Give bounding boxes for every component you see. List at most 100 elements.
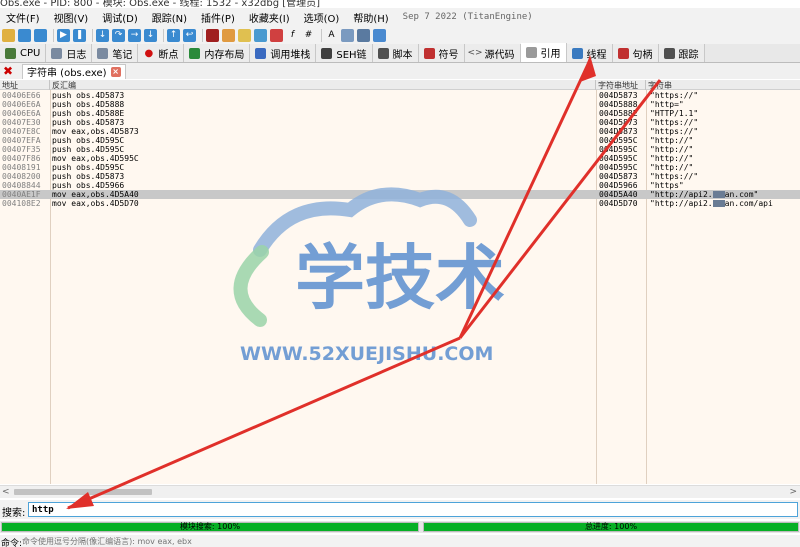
row-string: "https://" <box>650 172 699 181</box>
search-bar: 搜索: <box>0 500 800 519</box>
horizontal-scrollbar[interactable]: < > <box>0 485 800 498</box>
scylla-icon[interactable] <box>206 28 219 42</box>
search-input[interactable] <box>28 502 798 517</box>
row-string-address: 004D5873 <box>599 91 638 100</box>
table-row[interactable]: 00407E8C mov eax,obs.4D5873 004D5873 "ht… <box>0 127 800 136</box>
run-icon[interactable]: ▶ <box>57 28 70 42</box>
reference-sub-tab-bar: ✖ 字符串 (obs.exe) × <box>0 63 800 79</box>
row-disassembly: mov eax,obs.4D595C <box>52 154 139 163</box>
menu-trace[interactable]: 跟踪(N) <box>152 10 187 25</box>
row-string-part: an.com" <box>724 190 759 199</box>
function-icon[interactable]: f <box>286 29 299 42</box>
menu-plugins[interactable]: 插件(P) <box>201 10 235 25</box>
scroll-left-icon[interactable]: < <box>2 487 10 497</box>
step-over-icon[interactable]: ↷ <box>112 28 125 42</box>
scrollbar-thumb[interactable] <box>14 489 152 495</box>
execute-till-return-icon[interactable]: ↑ <box>167 28 180 42</box>
tab-call-stack[interactable]: 调用堆栈 <box>250 44 317 62</box>
row-string: "http=" <box>650 100 684 109</box>
row-string: "http://api2. an.com/api <box>650 199 800 208</box>
menu-favourites[interactable]: 收藏夹(I) <box>249 10 290 25</box>
row-string-address: 004D5966 <box>599 181 638 190</box>
close-icon[interactable] <box>34 28 47 42</box>
tab-label: CPU <box>20 47 41 59</box>
subtab-strings[interactable]: 字符串 (obs.exe) × <box>22 63 126 79</box>
table-row-selected[interactable]: 0040AE1F mov eax,obs.4D5A40 004D5A40 "ht… <box>0 190 800 199</box>
table-row[interactable]: 00406E66 push obs.4D5873 004D5873 "https… <box>0 91 800 100</box>
tab-source[interactable]: <> 源代码 <box>464 44 521 62</box>
table-row[interactable]: 00408200 push obs.4D5873 004D5873 "https… <box>0 172 800 181</box>
tab-label: 日志 <box>66 49 87 61</box>
table-row[interactable]: 00407F35 push obs.4D595C 004D595C "http:… <box>0 145 800 154</box>
table-row[interactable]: 00406E6A push obs.4D5888 004D5888 "http=… <box>0 100 800 109</box>
row-disassembly: push obs.4D5888 <box>52 100 125 109</box>
tab-label: 引用 <box>540 49 561 60</box>
pause-icon[interactable]: ❚ <box>73 28 86 42</box>
restart-icon[interactable] <box>18 28 31 42</box>
table-row[interactable]: 00406E6A push obs.4D588E 004D588E "HTTP/… <box>0 109 800 118</box>
table-row[interactable]: 00407EFA push obs.4D595C 004D595C "http:… <box>0 136 800 145</box>
row-disassembly: push obs.4D595C <box>52 136 125 145</box>
column-address[interactable]: 地址 <box>0 80 50 90</box>
tab-notes[interactable]: 笔记 <box>92 44 139 62</box>
window-title: Obs.exe - PID: 800 - 模块: Obs.exe - 线程: 1… <box>0 0 321 8</box>
row-string-part: "http://api2. <box>650 190 713 199</box>
main-tab-bar: CPU 日志 笔记 ● 断点 内存布局 调用堆栈 SEH链 脚本 符号 <> 源代码… <box>0 43 800 63</box>
tab-log[interactable]: 日志 <box>46 44 93 62</box>
string-references-list[interactable]: 00406E66 push obs.4D5873 004D5873 "https… <box>0 90 800 484</box>
hash-icon[interactable]: # <box>302 29 315 42</box>
comment-icon[interactable] <box>238 28 251 42</box>
tab-threads[interactable]: 线程 <box>566 44 613 62</box>
table-row[interactable]: 004108E2 mov eax,obs.4D5D70 004D5D70 "ht… <box>0 199 800 208</box>
tab-script[interactable]: 脚本 <box>372 44 419 62</box>
tab-symbols[interactable]: 符号 <box>418 44 465 62</box>
tab-memory-map[interactable]: 内存布局 <box>184 44 251 62</box>
trace-into-icon[interactable]: → <box>128 28 141 42</box>
tab-references[interactable]: 引用 <box>520 43 567 62</box>
menu-view[interactable]: 视图(V) <box>54 10 89 25</box>
table-row[interactable]: 00408844 push obs.4D5966 004D5966 "https… <box>0 181 800 190</box>
row-string-address: 004D588E <box>599 109 638 118</box>
list-header: 地址 反汇编 字符串地址 字符串 <box>0 80 800 90</box>
trace-icon <box>663 47 675 59</box>
close-all-icon[interactable]: ✖ <box>0 63 16 79</box>
table-row[interactable]: 00408191 push obs.4D595C 004D595C "http:… <box>0 163 800 172</box>
table-row[interactable]: 00407E30 push obs.4D5873 004D5873 "https… <box>0 118 800 127</box>
bookmark-icon[interactable] <box>254 28 267 42</box>
tab-label: 断点 <box>158 49 179 61</box>
table-row[interactable]: 00407F86 mov eax,obs.4D595C 004D595C "ht… <box>0 154 800 163</box>
calculator-icon[interactable] <box>357 28 370 42</box>
column-string[interactable]: 字符串 <box>646 80 800 90</box>
menu-debug[interactable]: 调试(D) <box>102 10 138 25</box>
row-string-address: 004D5888 <box>599 100 638 109</box>
handles-icon <box>617 47 629 59</box>
column-string-address[interactable]: 字符串地址 <box>596 80 646 90</box>
column-disassembly[interactable]: 反汇编 <box>50 80 596 90</box>
row-string: "https://" <box>650 91 699 100</box>
scroll-right-icon[interactable]: > <box>789 487 797 497</box>
copy-icon[interactable] <box>341 28 354 42</box>
command-input[interactable] <box>22 536 642 547</box>
run-to-user-code-icon[interactable]: ↩ <box>183 28 196 42</box>
menu-help[interactable]: 帮助(H) <box>353 10 388 25</box>
font-icon[interactable]: A <box>325 29 338 42</box>
tab-cpu[interactable]: CPU <box>0 44 47 62</box>
row-disassembly: push obs.4D595C <box>52 145 125 154</box>
trace-over-icon[interactable]: ↓ <box>144 28 157 42</box>
step-into-icon[interactable]: ↓ <box>96 28 109 42</box>
references-icon <box>525 47 537 58</box>
menu-file[interactable]: 文件(F) <box>6 10 40 25</box>
edit-icon[interactable] <box>222 28 235 42</box>
open-icon[interactable] <box>2 28 15 42</box>
tab-seh[interactable]: SEH链 <box>316 44 373 62</box>
label-icon[interactable] <box>270 28 283 42</box>
tab-trace[interactable]: 跟踪 <box>658 44 705 62</box>
close-icon[interactable]: × <box>110 66 121 77</box>
menu-options[interactable]: 选项(O) <box>304 10 340 25</box>
help-icon[interactable] <box>373 28 386 42</box>
tab-label: SEH链 <box>336 49 367 61</box>
row-string: "https://" <box>650 118 699 127</box>
tab-label: 符号 <box>438 49 459 61</box>
tab-breakpoints[interactable]: ● 断点 <box>138 44 185 62</box>
tab-handles[interactable]: 句柄 <box>612 44 659 62</box>
